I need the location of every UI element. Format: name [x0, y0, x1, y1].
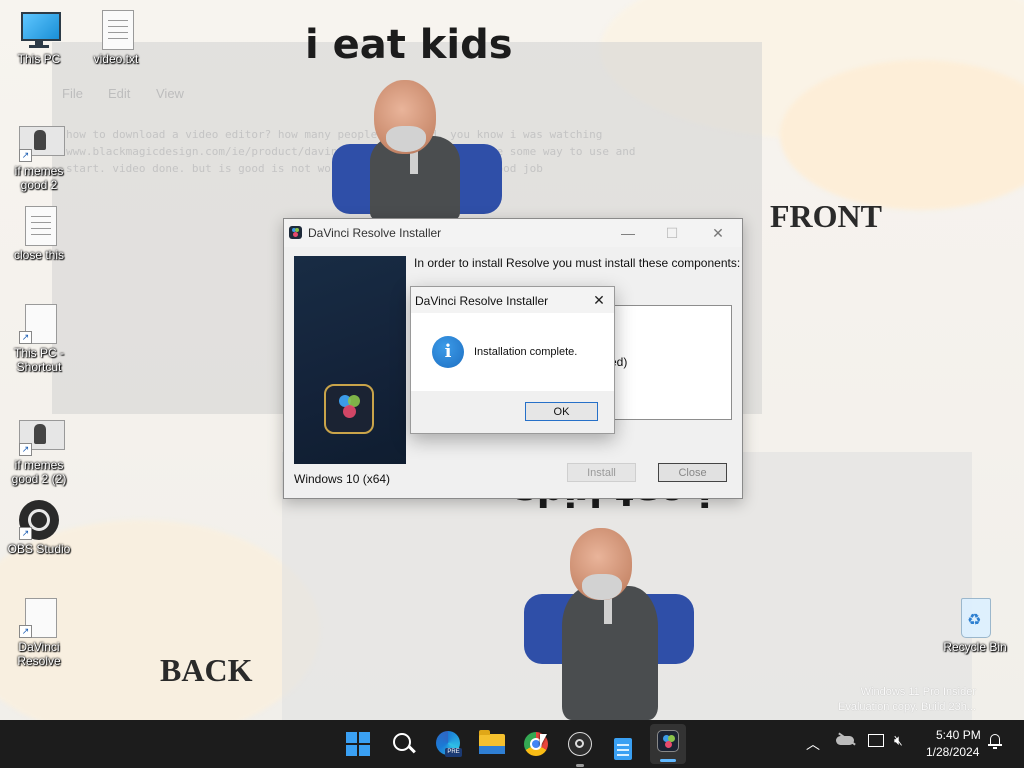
desktop-icon-obs-studio[interactable]: ↗ OBS Studio: [7, 500, 71, 556]
message-box-titlebar[interactable]: DaVinci Resolve Installer ✕: [411, 287, 614, 313]
clock-time[interactable]: 5:40 PM: [936, 728, 981, 742]
desktop-icon-label: video.txt: [93, 52, 139, 66]
davinci-resolve-icon: [289, 226, 302, 239]
mouse-cursor-icon: [540, 734, 547, 747]
menu-file: File: [62, 86, 83, 101]
desktop-icon-label: This PC - Shortcut: [13, 346, 64, 374]
onedrive-offline-icon[interactable]: [836, 732, 856, 746]
obs-icon: ↗: [19, 500, 59, 540]
desktop-icon-if-memes-good-2[interactable]: ↗ if memes good 2: [7, 122, 71, 192]
file-explorer-button[interactable]: [476, 728, 508, 760]
desktop-icon-label: This PC: [17, 52, 61, 66]
network-icon[interactable]: [868, 734, 884, 747]
install-button[interactable]: Install: [567, 463, 636, 482]
meme-title-top: i eat kids: [305, 22, 513, 68]
desktop-icon-label: if memes good 2 (2): [11, 458, 67, 486]
label-back: BACK: [160, 652, 253, 688]
notepad-button[interactable]: [608, 728, 640, 760]
start-button[interactable]: [342, 728, 374, 760]
desktop-icon-recycle-bin[interactable]: ♻ Recycle Bin: [943, 598, 1007, 654]
desktop-icon-davinci-resolve[interactable]: ↗ DaVinci Resolve: [7, 598, 71, 668]
message-box-close-button[interactable]: ✕: [589, 290, 609, 310]
davinci-resolve-icon: [657, 730, 679, 752]
installer-prompt: In order to install Resolve you must ins…: [414, 256, 741, 270]
installer-titlebar[interactable]: DaVinci Resolve Installer — ☐ ✕: [284, 219, 742, 247]
menu-view: View: [156, 86, 184, 101]
ok-button[interactable]: OK: [525, 402, 598, 421]
desktop-icon-this-pc[interactable]: This PC: [7, 10, 71, 66]
obs-icon: [568, 732, 592, 756]
platform-label: Windows 10 (x64): [294, 472, 391, 486]
desktop-icon-label: DaVinci Resolve: [17, 640, 61, 668]
obs-button[interactable]: [564, 728, 596, 767]
meme-man-image: [522, 528, 700, 720]
menu-edit: Edit: [108, 86, 131, 101]
message-box-footer: OK: [411, 391, 614, 433]
message-text: Installation complete.: [474, 346, 578, 358]
desktop-icon-label: OBS Studio: [7, 542, 71, 556]
windows-watermark-line1: Windows 11 Pro Insider: [860, 686, 976, 698]
start-icon: [346, 732, 370, 756]
chrome-button[interactable]: [520, 728, 552, 760]
desktop-icon-label: if memes good 2: [14, 164, 64, 192]
davinci-resolve-taskbar-button[interactable]: [650, 724, 686, 764]
desktop-icon-if-memes-good-2-2[interactable]: ↗ if memes good 2 (2): [7, 416, 71, 486]
clock-date[interactable]: 1/28/2024: [926, 745, 979, 759]
close-button[interactable]: Close: [658, 463, 727, 482]
installer-banner-image: [294, 256, 406, 464]
taskbar: PRE ︿ 🔇︎ 5:40 PM 1/28/2024: [0, 720, 1024, 768]
notification-bell-icon[interactable]: [988, 733, 1002, 749]
image-shortcut-icon: ↗: [19, 416, 65, 456]
desktop-icon-this-pc-shortcut[interactable]: ↗ This PC - Shortcut: [7, 304, 71, 374]
text-file-icon: [19, 206, 59, 246]
message-box-title: DaVinci Resolve Installer: [415, 294, 549, 308]
file-explorer-icon: [479, 730, 505, 754]
label-front: FRONT: [770, 198, 882, 234]
blank-file-shortcut-icon: ↗: [19, 598, 59, 638]
recycle-bin-icon: ♻: [955, 598, 995, 638]
close-window-button[interactable]: ✕: [708, 223, 728, 243]
desktop-icon-close-this[interactable]: close this: [7, 206, 71, 262]
monitor-icon: [19, 10, 61, 50]
components-listbox[interactable]: [613, 305, 732, 420]
minimize-button[interactable]: —: [618, 223, 638, 243]
desktop-icon-video-txt[interactable]: video.txt: [84, 10, 148, 66]
meme-man-image: [330, 76, 510, 221]
edge-beta-button[interactable]: PRE: [432, 728, 464, 760]
info-icon: i: [432, 336, 464, 368]
image-shortcut-icon: ↗: [19, 122, 65, 162]
volume-muted-icon[interactable]: 🔇︎: [894, 732, 903, 749]
desktop-icon-label: close this: [13, 248, 65, 262]
desktop-icon-label: Recycle Bin: [943, 640, 1007, 654]
show-hidden-icons-chevron-icon[interactable]: ︿: [806, 734, 820, 754]
davinci-resolve-logo-icon: [324, 384, 374, 434]
notepad-icon: [614, 738, 632, 760]
message-box-dialog: DaVinci Resolve Installer ✕ i Installati…: [410, 286, 615, 434]
installer-title: DaVinci Resolve Installer: [308, 226, 442, 240]
windows-watermark-line2: Evaluation copy. Build 23h...: [838, 701, 976, 713]
blank-file-shortcut-icon: ↗: [19, 304, 59, 344]
maximize-button[interactable]: ☐: [662, 223, 682, 243]
text-file-icon: [96, 10, 136, 50]
search-button[interactable]: [387, 728, 419, 760]
